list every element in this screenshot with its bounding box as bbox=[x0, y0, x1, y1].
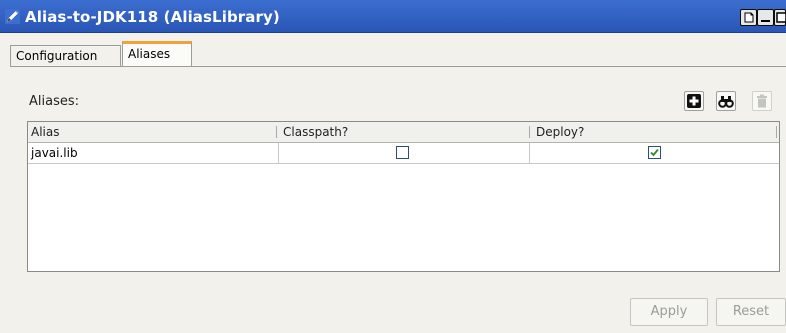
window-title: Alias-to-JDK118 (AliasLibrary) bbox=[25, 8, 280, 26]
reset-button[interactable]: Reset bbox=[716, 298, 786, 326]
cell-divider bbox=[278, 143, 279, 163]
add-icon bbox=[687, 94, 701, 108]
column-header-deploy[interactable]: Deploy? bbox=[533, 122, 781, 142]
column-divider[interactable] bbox=[776, 126, 777, 138]
find-icon bbox=[718, 96, 734, 108]
minimize-button[interactable] bbox=[757, 9, 774, 26]
alias-cell[interactable]: javai.lib bbox=[31, 143, 78, 163]
classpath-checkbox[interactable] bbox=[396, 146, 409, 159]
delete-icon bbox=[757, 94, 767, 108]
apply-button[interactable]: Apply bbox=[630, 298, 708, 326]
tab-aliases[interactable]: Aliases bbox=[122, 41, 192, 67]
table-header: Alias Classpath? Deploy? bbox=[28, 122, 779, 143]
column-divider[interactable] bbox=[276, 126, 277, 138]
table-row[interactable]: javai.lib bbox=[28, 143, 779, 164]
add-alias-button[interactable] bbox=[684, 91, 704, 111]
section-label: Aliases: bbox=[29, 94, 80, 109]
find-alias-button[interactable] bbox=[716, 91, 736, 111]
cell-divider bbox=[529, 143, 530, 163]
maximize-icon bbox=[776, 12, 786, 23]
column-header-alias[interactable]: Alias bbox=[28, 122, 279, 142]
pencil-icon bbox=[5, 9, 20, 24]
title-bar: Alias-to-JDK118 (AliasLibrary) bbox=[0, 0, 786, 33]
column-header-classpath[interactable]: Classpath? bbox=[280, 122, 533, 142]
maximize-button[interactable] bbox=[774, 9, 786, 26]
checkmark-icon bbox=[650, 148, 659, 157]
editor-window: Alias-to-JDK118 (AliasLibrary) Configura… bbox=[0, 0, 786, 333]
deploy-checkbox[interactable] bbox=[648, 146, 661, 159]
column-divider[interactable] bbox=[529, 126, 530, 138]
aliases-table: Alias Classpath? Deploy? javai.lib bbox=[27, 121, 780, 272]
minimize-icon bbox=[761, 20, 770, 22]
delete-alias-button[interactable] bbox=[752, 91, 772, 111]
restore-icon bbox=[744, 12, 754, 23]
tab-configuration[interactable]: Configuration bbox=[10, 45, 121, 67]
tab-divider bbox=[10, 66, 786, 67]
restore-button[interactable] bbox=[740, 9, 757, 26]
